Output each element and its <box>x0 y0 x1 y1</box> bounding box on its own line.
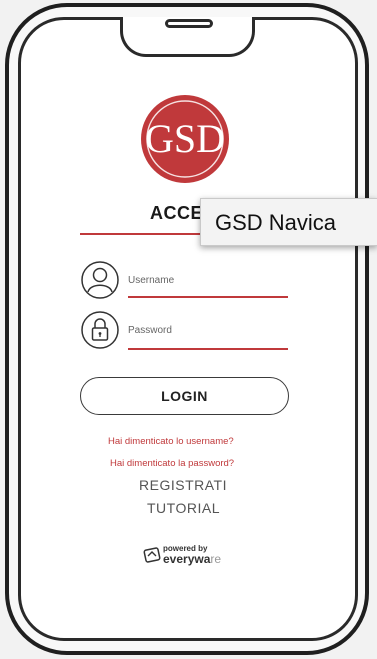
login-button[interactable]: LOGIN <box>80 377 289 415</box>
brand-suffix: re <box>210 552 222 566</box>
speaker-icon <box>165 19 213 28</box>
logo-text: GSD <box>145 116 225 161</box>
user-icon <box>81 261 119 299</box>
lock-icon <box>81 311 119 349</box>
page-title: ACCE <box>150 203 204 223</box>
gsd-logo: GSD <box>141 95 229 183</box>
brand-main: everywa <box>163 552 211 566</box>
app-name-tooltip: GSD Navica <box>200 198 377 246</box>
everyware-brand: everyware <box>163 552 221 566</box>
tutorial-link[interactable]: TUTORIAL <box>147 500 220 516</box>
register-link[interactable]: REGISTRATI <box>139 477 227 493</box>
username-underline <box>128 296 288 298</box>
password-underline <box>128 348 288 350</box>
powered-by: powered by everyware <box>143 544 238 568</box>
password-field[interactable]: Password <box>128 325 172 336</box>
username-field[interactable]: Username <box>128 275 174 286</box>
forgot-username-link[interactable]: Hai dimenticato lo username? <box>108 436 234 447</box>
everyware-logo-icon <box>143 547 161 563</box>
forgot-password-link[interactable]: Hai dimenticato la password? <box>110 458 234 469</box>
